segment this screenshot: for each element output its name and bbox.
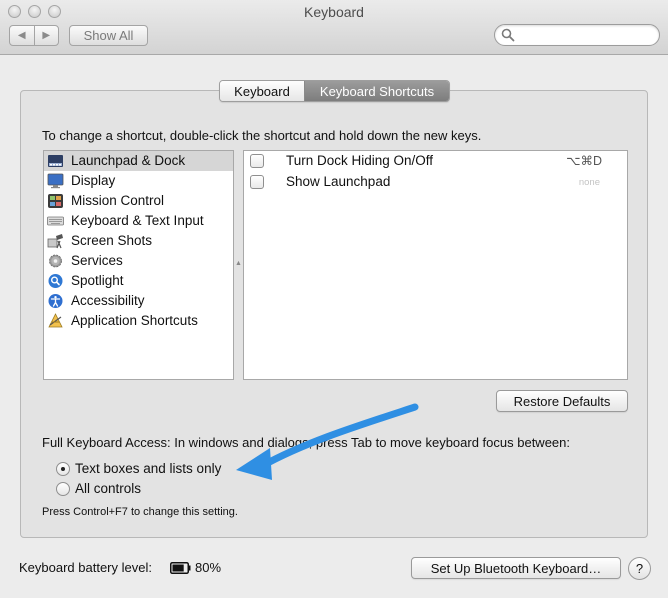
tab-keyboard[interactable]: Keyboard bbox=[220, 81, 304, 101]
mission-control-icon bbox=[48, 194, 63, 208]
shortcut-row[interactable]: Turn Dock Hiding On/Off ⌥⌘D bbox=[244, 151, 627, 172]
show-all-button[interactable]: Show All bbox=[69, 25, 148, 46]
category-screen-shots[interactable]: Screen Shots bbox=[44, 231, 233, 251]
category-spotlight[interactable]: Spotlight bbox=[44, 271, 233, 291]
gear-icon bbox=[49, 254, 62, 268]
restore-defaults-button[interactable]: Restore Defaults bbox=[496, 390, 628, 412]
shortcut-enable-checkbox[interactable] bbox=[250, 154, 264, 168]
shortcut-row[interactable]: Show Launchpad none bbox=[244, 172, 627, 193]
category-label: Screen Shots bbox=[71, 233, 153, 248]
category-services[interactable]: Services bbox=[44, 251, 233, 271]
window-title: Keyboard bbox=[304, 4, 364, 20]
battery-level-value: 80% bbox=[195, 560, 222, 575]
category-label: Services bbox=[71, 253, 123, 268]
shortcut-label: Show Launchpad bbox=[286, 174, 391, 189]
category-label: Accessibility bbox=[71, 293, 145, 308]
all-controls-radio-label[interactable]: All controls bbox=[75, 481, 141, 496]
keyboard-access-hint: Press Control+F7 to change this setting. bbox=[42, 506, 238, 518]
keyboard-icon bbox=[47, 216, 64, 226]
split-view-handle[interactable]: ▲ bbox=[235, 260, 242, 267]
category-launchpad-dock[interactable]: Launchpad & Dock bbox=[44, 151, 233, 171]
full-keyboard-access-label: Full Keyboard Access: In windows and dia… bbox=[42, 435, 570, 450]
text-boxes-radio[interactable] bbox=[56, 462, 70, 476]
category-label: Application Shortcuts bbox=[71, 313, 198, 328]
forward-button[interactable]: ▶ bbox=[33, 26, 59, 45]
category-display[interactable]: Display bbox=[44, 171, 233, 191]
accessibility-icon bbox=[48, 294, 63, 308]
tab-keyboard-shortcuts[interactable]: Keyboard Shortcuts bbox=[304, 81, 449, 101]
launchpad-dock-icon bbox=[48, 155, 63, 167]
title-bar: Keyboard ◀ ▶ Show All bbox=[0, 0, 668, 55]
shortcut-keys[interactable]: ⌥⌘D bbox=[566, 153, 602, 168]
tab-bar: Keyboard Keyboard Shortcuts bbox=[219, 80, 450, 102]
search-field[interactable] bbox=[494, 24, 660, 46]
battery-icon bbox=[170, 562, 191, 574]
shortcut-list: Turn Dock Hiding On/Off ⌥⌘D Show Launchp… bbox=[243, 150, 628, 380]
display-icon bbox=[47, 173, 64, 189]
keyboard-preferences-window: Keyboard ◀ ▶ Show All Keyboard Keyboard … bbox=[0, 0, 668, 598]
back-forward-control: ◀ ▶ bbox=[9, 25, 59, 46]
category-accessibility[interactable]: Accessibility bbox=[44, 291, 233, 311]
search-icon bbox=[501, 28, 515, 42]
category-label: Mission Control bbox=[71, 193, 165, 208]
instructions-text: To change a shortcut, double-click the s… bbox=[42, 128, 482, 143]
category-label: Display bbox=[71, 173, 116, 188]
category-mission-control[interactable]: Mission Control bbox=[44, 191, 233, 211]
app-shortcuts-icon bbox=[48, 313, 63, 328]
shortcut-keys[interactable]: none bbox=[579, 177, 600, 188]
shortcut-label: Turn Dock Hiding On/Off bbox=[286, 153, 434, 168]
back-button[interactable]: ◀ bbox=[10, 26, 34, 45]
shortcut-enable-checkbox[interactable] bbox=[250, 175, 264, 189]
all-controls-radio[interactable] bbox=[56, 482, 70, 496]
search-input[interactable] bbox=[517, 27, 655, 43]
help-button[interactable]: ? bbox=[628, 557, 651, 580]
category-label: Keyboard & Text Input bbox=[71, 213, 204, 228]
battery-fill bbox=[172, 564, 184, 572]
category-keyboard-text-input[interactable]: Keyboard & Text Input bbox=[44, 211, 233, 231]
category-application-shortcuts[interactable]: Application Shortcuts bbox=[44, 311, 233, 331]
text-boxes-radio-label[interactable]: Text boxes and lists only bbox=[75, 461, 221, 476]
set-up-bluetooth-keyboard-button[interactable]: Set Up Bluetooth Keyboard… bbox=[411, 557, 621, 579]
screenshot-icon bbox=[47, 234, 63, 249]
shortcut-category-list: Launchpad & Dock Display Mission Control… bbox=[43, 150, 234, 380]
category-label: Launchpad & Dock bbox=[71, 153, 186, 168]
category-label: Spotlight bbox=[71, 273, 124, 288]
battery-level-label: Keyboard battery level: bbox=[19, 560, 152, 575]
spotlight-icon bbox=[48, 274, 63, 288]
